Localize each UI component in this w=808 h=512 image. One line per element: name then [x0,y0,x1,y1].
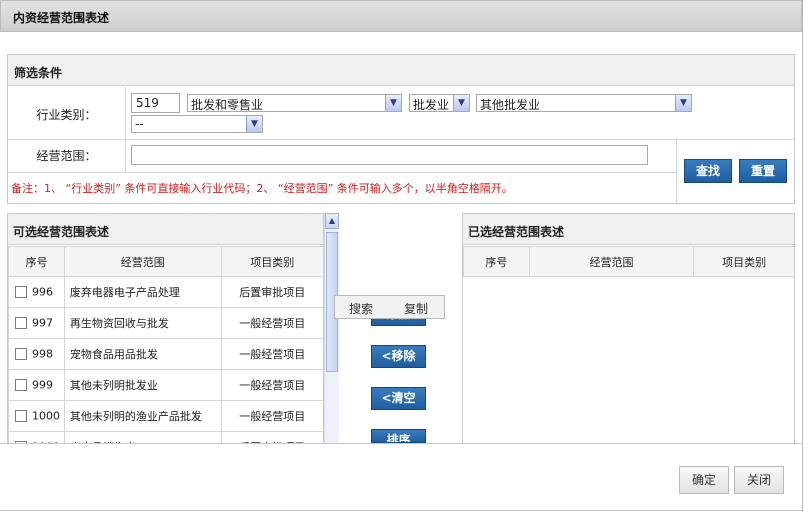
industry-label: 行业类别： [8,87,126,143]
selected-panel: 已选经营范围表述 序号 经营范围 项目类别 [462,213,795,444]
available-panel: 可选经营范围表述 序号 经营范围 项目类别 996 废弃电器电子产品处理 后置审… [7,213,324,444]
clear-button[interactable]: <清空 [371,387,426,410]
chevron-down-icon: ▼ [385,95,401,111]
column-header: 序号 [8,246,65,277]
row-divider [8,172,676,173]
row-scope: 宠物食品用品批发 [63,338,222,370]
scroll-up-icon[interactable]: ▲ [325,213,339,229]
table-row[interactable]: 1000 其他未列明的渔业产品批发 一般经营项目 [8,400,323,432]
search-button[interactable]: 查找 [684,159,732,183]
scope-input[interactable] [131,145,648,165]
scope-label: 经营范围： [8,140,126,172]
table-row[interactable]: 999 其他未列明批发业 一般经营项目 [8,369,323,401]
column-header: 经营范围 [63,246,222,277]
industry-select-2-value: 批发业 [413,98,450,112]
available-table: 序号 经营范围 项目类别 996 废弃电器电子产品处理 后置审批项目 997 再… [8,246,323,443]
industry-select-3[interactable]: 其他批发业 ▼ [476,94,692,112]
chevron-down-icon: ▼ [246,116,262,132]
remove-button[interactable]: <移除 [371,345,426,368]
row-type: 一般经营项目 [220,400,323,432]
row-scope: 废弃电器电子产品处理 [63,276,222,308]
sort-button[interactable]: 排序 [371,429,426,443]
column-header: 项目类别 [693,246,794,277]
context-menu: 搜索 复制 [334,295,445,319]
column-divider [676,139,677,204]
window-title-bar: 内资经营范围表述 [0,0,802,32]
filter-title: 筛选条件 [14,66,63,80]
filter-section: 筛选条件 行业类别： 519 批发和零售业 ▼ 批发业 ▼ 其他批发业 ▼ --… [7,54,795,204]
selected-header: 已选经营范围表述 [463,214,794,245]
row-checkbox[interactable] [15,348,27,361]
row-scope: 其他未列明批发业 [63,369,222,401]
table-row[interactable]: 997 再生物资回收与批发 一般经营项目 [8,307,323,339]
chevron-down-icon: ▼ [453,95,469,111]
close-button[interactable]: 关闭 [734,466,784,494]
industry-select-4[interactable]: -- ▼ [131,115,263,133]
row-code: 1000 [32,409,60,423]
row-type: 一般经营项目 [220,338,323,370]
row-checkbox[interactable] [15,317,27,330]
column-header: 项目类别 [220,246,323,277]
industry-select-1[interactable]: 批发和零售业 ▼ [187,94,402,112]
industry-select-2[interactable]: 批发业 ▼ [409,94,470,112]
available-scrollbar[interactable]: ▲ [324,213,339,443]
row-code: 997 [32,316,53,330]
filter-header: 筛选条件 [8,55,794,86]
row-code: 996 [32,285,53,299]
row-code: 998 [32,347,53,361]
filter-note: 备注：1、 “行业类别” 条件可直接输入行业代码；2、 “经营范围” 条件可输入… [11,182,513,195]
selected-title: 已选经营范围表述 [468,225,565,239]
row-checkbox[interactable] [15,379,27,392]
context-menu-search[interactable]: 搜索 [349,300,373,317]
row-type: 后置审批项目 [220,276,323,308]
footer-divider [0,443,802,444]
row-type: 一般经营项目 [220,307,323,339]
industry-select-1-value: 批发和零售业 [191,98,264,112]
available-title: 可选经营范围表述 [13,225,110,239]
confirm-button[interactable]: 确定 [679,466,729,494]
row-checkbox[interactable] [15,286,27,299]
available-header: 可选经营范围表述 [8,214,323,245]
selected-table: 序号 经营范围 项目类别 [463,246,794,277]
industry-code-input[interactable]: 519 [131,93,180,113]
frame-right-border [802,0,808,512]
table-row[interactable]: 996 废弃电器电子产品处理 后置审批项目 [8,276,323,308]
row-type: 一般经营项目 [220,369,323,401]
industry-select-3-value: 其他批发业 [480,98,541,112]
column-header: 经营范围 [528,246,695,277]
row-checkbox[interactable] [15,410,27,423]
table-row[interactable]: 998 宠物食品用品批发 一般经营项目 [8,338,323,370]
row-scope: 再生物资回收与批发 [63,307,222,339]
context-menu-copy[interactable]: 复制 [404,300,428,317]
row-code: 999 [32,378,53,392]
column-header: 序号 [463,246,530,277]
page-title: 内资经营范围表述 [13,11,110,25]
row-scope: 其他未列明的渔业产品批发 [63,400,222,432]
chevron-down-icon: ▼ [675,95,691,111]
industry-select-4-value: -- [135,117,144,131]
reset-button[interactable]: 重置 [739,159,787,183]
footer-bottom-border [0,510,802,511]
